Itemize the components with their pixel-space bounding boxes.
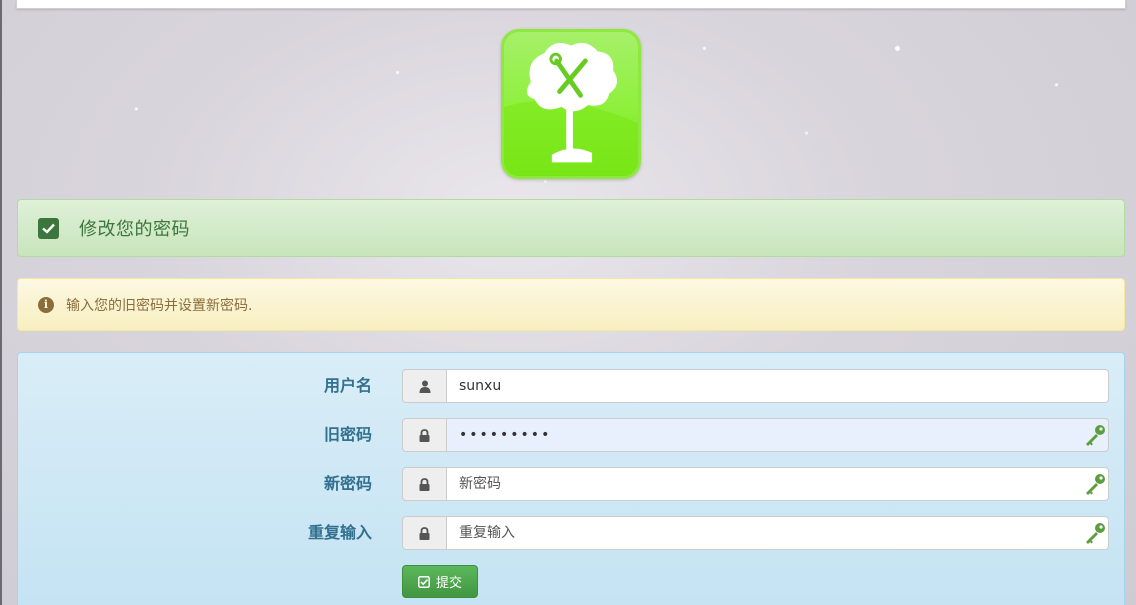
info-notice-text: 输入您的旧密码并设置新密码. (66, 297, 253, 314)
repeat-password-label: 重复输入 (307, 523, 372, 542)
new-password-label: 新密码 (323, 474, 372, 493)
username-input-group (402, 369, 1109, 403)
old-password-label: 旧密码 (323, 425, 372, 444)
repeat-password-input-group (402, 516, 1109, 550)
change-password-form: 用户名 旧密码 新密码 重复输入 (17, 352, 1125, 605)
old-password-field[interactable] (446, 418, 1109, 452)
top-bar (16, 0, 1126, 9)
lock-icon (402, 467, 446, 501)
key-icon[interactable] (1083, 521, 1107, 545)
new-password-input-group (402, 467, 1109, 501)
username-field[interactable] (446, 369, 1109, 403)
lock-icon (402, 516, 446, 550)
page-title: 修改您的密码 (79, 219, 190, 240)
user-icon (402, 369, 446, 403)
key-icon[interactable] (1083, 472, 1107, 496)
repeat-password-field[interactable] (446, 516, 1109, 550)
page-header-panel: 修改您的密码 (17, 199, 1125, 257)
repeat-password-row: 重复输入 (18, 516, 1126, 550)
key-icon[interactable] (1083, 423, 1107, 447)
new-password-row: 新密码 (18, 467, 1126, 501)
username-label: 用户名 (323, 376, 372, 395)
submit-button-label: 提交 (435, 576, 462, 591)
info-circle-icon: i (38, 296, 54, 313)
check-square-icon (38, 217, 59, 239)
old-password-row: 旧密码 (18, 418, 1126, 452)
username-row: 用户名 (18, 369, 1126, 403)
info-notice: i 输入您的旧密码并设置新密码. (17, 278, 1125, 331)
submit-button[interactable]: 提交 (402, 565, 478, 598)
check-square-icon (418, 575, 430, 588)
new-password-field[interactable] (446, 467, 1109, 501)
old-password-input-group (402, 418, 1109, 452)
window-edge (0, 0, 2, 605)
lock-icon (402, 418, 446, 452)
tree-tools-logo-icon (501, 29, 641, 179)
